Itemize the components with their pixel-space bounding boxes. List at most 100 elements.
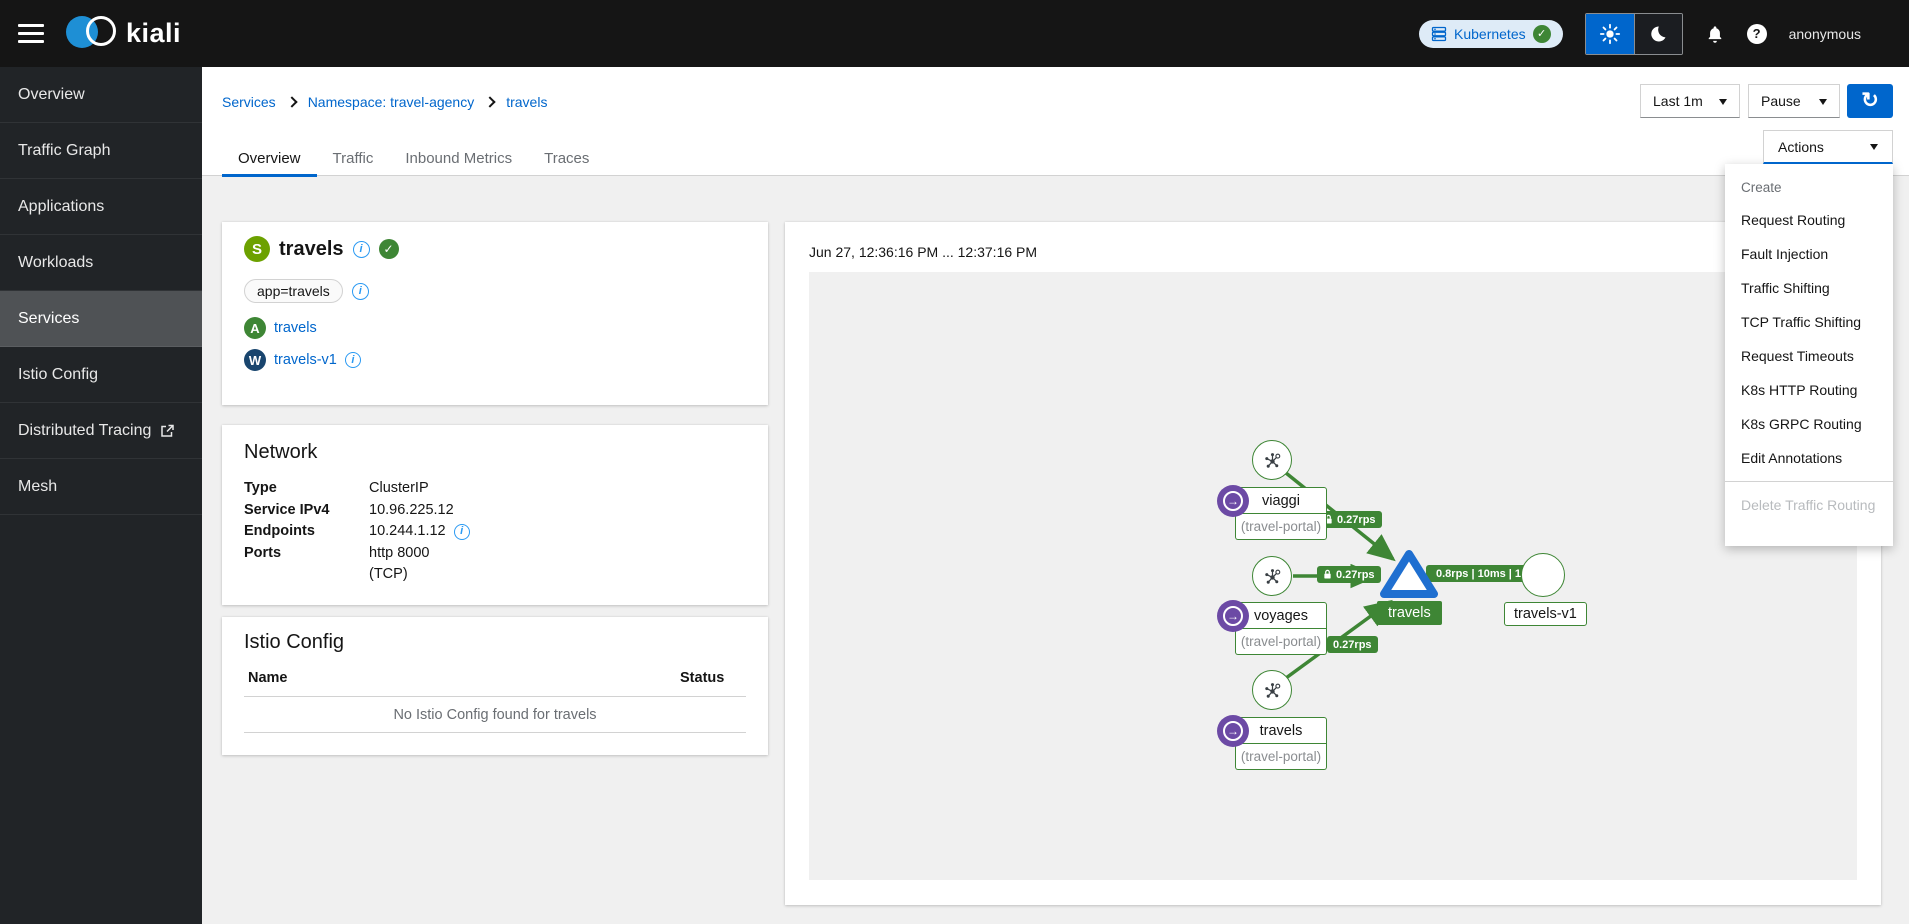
workload-link[interactable]: travels-v1 <box>274 352 337 368</box>
detail-tabs: Overview Traffic Inbound Metrics Traces <box>222 143 605 177</box>
workload-node-travels-app[interactable] <box>1252 670 1292 710</box>
edge-label-travels-travels-v1[interactable]: 0.8rps | 10ms | 14 <box>1426 565 1526 582</box>
network-row-service-ip: Service IPv4 10.96.225.12 <box>244 500 746 522</box>
menu-item-request-routing[interactable]: Request Routing <box>1725 203 1893 237</box>
app-badge-icon <box>1217 600 1249 632</box>
caret-down-icon <box>1819 99 1827 109</box>
info-icon[interactable] <box>353 241 370 258</box>
breadcrumb-services[interactable]: Services <box>222 94 276 110</box>
main-content: Services Namespace: travel-agency travel… <box>202 67 1909 924</box>
network-row-ports-proto: (TCP) <box>244 564 746 586</box>
notifications-button[interactable] <box>1705 24 1725 44</box>
edge-label-voyages-travels[interactable]: 0.27rps <box>1317 566 1381 583</box>
menu-item-fault-injection[interactable]: Fault Injection <box>1725 237 1893 271</box>
chevron-right-icon <box>286 96 297 107</box>
menu-item-request-timeouts[interactable]: Request Timeouts <box>1725 339 1893 373</box>
masthead: kiali Kubernetes <box>0 0 1909 67</box>
moon-icon <box>1648 24 1668 44</box>
service-description-card: S travels app=travels A travels W travel… <box>222 222 768 405</box>
sidebar-item-workloads[interactable]: Workloads <box>0 235 202 291</box>
refresh-interval-select[interactable]: Pause <box>1748 84 1840 118</box>
theme-toggle <box>1585 13 1683 55</box>
service-name: travels <box>279 238 344 261</box>
user-menu[interactable]: anonymous <box>1789 26 1861 42</box>
menu-item-traffic-shifting[interactable]: Traffic Shifting <box>1725 271 1893 305</box>
network-card: Network Type ClusterIP Service IPv4 10.9… <box>222 425 768 605</box>
sidebar-item-traffic-graph[interactable]: Traffic Graph <box>0 123 202 179</box>
menu-item-k8s-http-routing[interactable]: K8s HTTP Routing <box>1725 373 1893 407</box>
bell-icon <box>1705 24 1725 44</box>
menu-item-k8s-grpc-routing[interactable]: K8s GRPC Routing <box>1725 407 1893 441</box>
help-button[interactable]: ? <box>1747 24 1767 44</box>
refresh-button[interactable] <box>1847 84 1893 118</box>
info-icon[interactable] <box>345 352 361 368</box>
breadcrumb-namespace[interactable]: Namespace: travel-agency <box>308 94 475 110</box>
kiali-logo-icon <box>66 16 124 52</box>
tab-traffic[interactable]: Traffic <box>317 143 390 177</box>
kiali-logo[interactable]: kiali <box>66 16 181 52</box>
graph-time-range: Jun 27, 12:36:16 PM ... 12:37:16 PM <box>809 244 1037 260</box>
cluster-badge[interactable]: Kubernetes <box>1419 20 1563 48</box>
duration-select[interactable]: Last 1m <box>1640 84 1740 118</box>
workload-glyph-icon <box>1263 681 1282 700</box>
info-icon[interactable] <box>454 524 470 540</box>
column-status: Status <box>680 670 724 686</box>
traffic-graph[interactable]: 0.27rps 0.27rps 0.27rps 0.8rps | 10ms | … <box>809 272 1857 880</box>
workload-badge: W <box>244 349 266 371</box>
app-badge-icon <box>1217 715 1249 747</box>
workload-node-travels-v1[interactable] <box>1521 553 1565 597</box>
health-check-icon <box>379 239 399 259</box>
service-badge: S <box>244 236 270 262</box>
cluster-name: Kubernetes <box>1454 26 1526 42</box>
sidebar-item-mesh[interactable]: Mesh <box>0 459 202 515</box>
service-node-label[interactable]: travels <box>1377 601 1442 625</box>
edge-label-viaggi-travels[interactable]: 0.27rps <box>1318 511 1382 528</box>
menu-item-edit-annotations[interactable]: Edit Annotations <box>1725 441 1893 475</box>
app-link[interactable]: travels <box>274 320 317 336</box>
chevron-right-icon <box>485 96 496 107</box>
light-theme-button[interactable] <box>1586 14 1634 54</box>
app-badge-icon <box>1217 485 1249 517</box>
traffic-minigraph-card: Jun 27, 12:36:16 PM ... 12:37:16 PM <box>785 222 1881 905</box>
page-header: Services Namespace: travel-agency travel… <box>202 67 1909 176</box>
sidebar-item-services[interactable]: Services <box>0 291 202 347</box>
menu-divider <box>1725 481 1893 482</box>
service-triangle-icon <box>1380 546 1438 602</box>
tab-overview[interactable]: Overview <box>222 143 317 177</box>
sidebar-item-distributed-tracing[interactable]: Distributed Tracing <box>0 403 202 459</box>
sidebar-item-applications[interactable]: Applications <box>0 179 202 235</box>
app-node-voyages[interactable]: voyages (travel-portal) <box>1235 602 1327 655</box>
tab-traces[interactable]: Traces <box>528 143 605 177</box>
network-row-ports: Ports http 8000 <box>244 543 746 565</box>
breadcrumb-current[interactable]: travels <box>506 94 547 110</box>
actions-dropdown-toggle[interactable]: Actions <box>1763 130 1893 164</box>
question-circle-icon: ? <box>1747 24 1767 44</box>
service-node-travels[interactable] <box>1380 546 1438 607</box>
dark-theme-button[interactable] <box>1634 14 1682 54</box>
menu-item-tcp-traffic-shifting[interactable]: TCP Traffic Shifting <box>1725 305 1893 339</box>
breadcrumb: Services Namespace: travel-agency travel… <box>222 94 547 110</box>
external-link-icon <box>160 424 174 438</box>
menu-section-create: Create <box>1725 174 1893 203</box>
network-row-type: Type ClusterIP <box>244 478 746 500</box>
sidebar-item-overview[interactable]: Overview <box>0 67 202 123</box>
hamburger-menu-icon[interactable] <box>18 19 44 48</box>
column-name: Name <box>248 670 680 686</box>
caret-down-icon <box>1719 99 1727 109</box>
tab-inbound-metrics[interactable]: Inbound Metrics <box>389 143 528 177</box>
menu-item-delete-traffic-routing[interactable]: Delete Traffic Routing <box>1725 488 1893 522</box>
workload-glyph-icon <box>1263 451 1282 470</box>
edge-label-travels-app-travels[interactable]: 0.27rps <box>1327 636 1378 653</box>
app-node-viaggi[interactable]: viaggi (travel-portal) <box>1235 487 1327 540</box>
workload-node-voyages[interactable] <box>1252 556 1292 596</box>
actions-dropdown-menu: Create Request Routing Fault Injection T… <box>1725 164 1893 546</box>
lock-icon <box>1323 569 1332 580</box>
info-icon[interactable] <box>352 283 369 300</box>
sidebar-item-istio-config[interactable]: Istio Config <box>0 347 202 403</box>
workload-node-viaggi[interactable] <box>1252 440 1292 480</box>
app-node-travels[interactable]: travels (travel-portal) <box>1235 717 1327 770</box>
network-card-title: Network <box>244 441 746 464</box>
label-chip: app=travels <box>244 279 343 303</box>
workload-node-travels-v1-label[interactable]: travels-v1 <box>1504 602 1587 626</box>
sun-icon <box>1599 23 1621 45</box>
